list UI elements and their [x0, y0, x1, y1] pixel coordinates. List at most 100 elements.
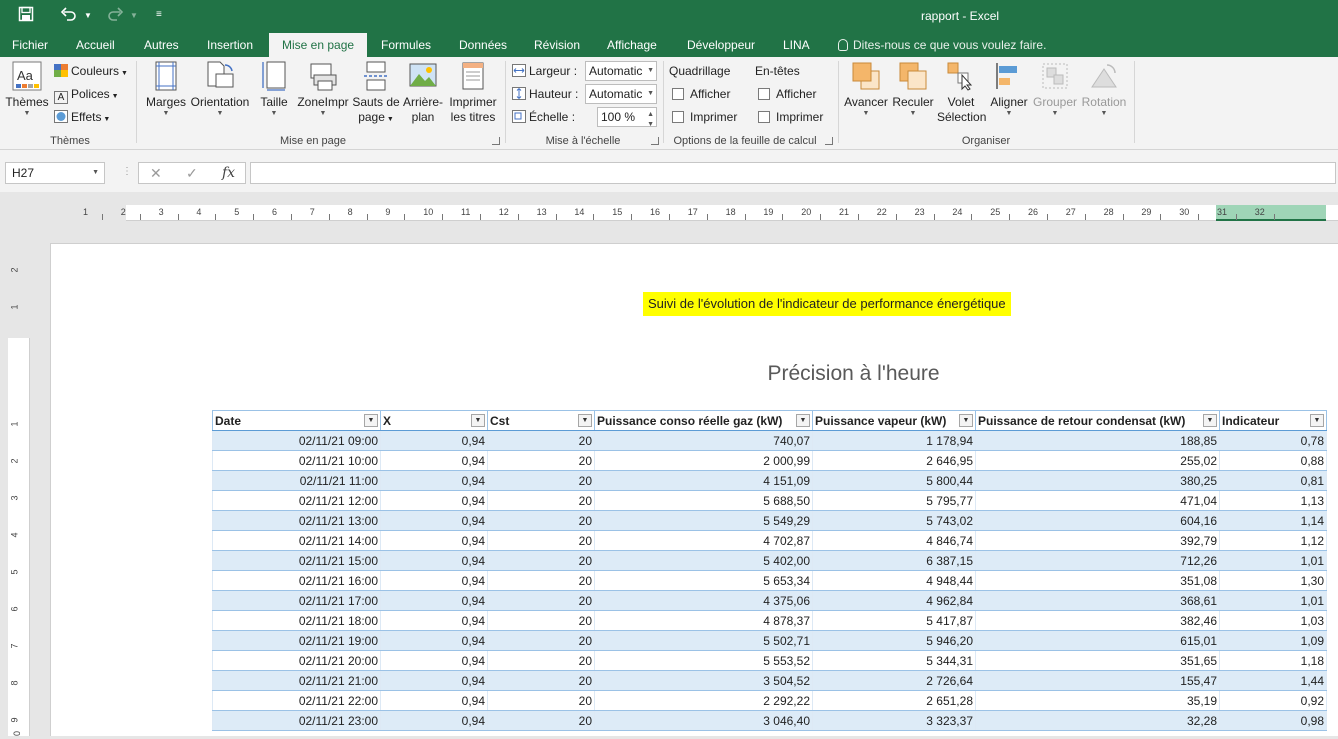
table-cell[interactable]: 20 — [487, 510, 595, 531]
table-cell[interactable]: 02/11/21 20:00 — [212, 650, 381, 671]
bring-forward-button[interactable]: Avancer ▼ — [843, 61, 889, 118]
column-header[interactable]: X ▼ — [380, 410, 488, 431]
filter-dropdown-icon[interactable]: ▼ — [1310, 414, 1324, 427]
table-cell[interactable]: 712,26 — [975, 550, 1220, 571]
page-layout-sheet[interactable]: Suivi de l'évolution de l'indicateur de … — [50, 243, 1338, 739]
table-cell[interactable]: 0,94 — [380, 550, 488, 571]
table-cell[interactable]: 1,14 — [1219, 510, 1327, 531]
column-header[interactable]: Cst ▼ — [487, 410, 595, 431]
table-cell[interactable]: 188,85 — [975, 430, 1220, 451]
table-cell[interactable]: 368,61 — [975, 590, 1220, 611]
table-cell[interactable]: 20 — [487, 430, 595, 451]
table-cell[interactable]: 0,94 — [380, 450, 488, 471]
table-cell[interactable]: 0,94 — [380, 630, 488, 651]
table-cell[interactable]: 0,92 — [1219, 690, 1327, 711]
table-cell[interactable]: 20 — [487, 490, 595, 511]
save-icon[interactable] — [18, 6, 34, 26]
table-cell[interactable]: 0,94 — [380, 490, 488, 511]
orientation-button[interactable]: Orientation ▼ — [189, 61, 251, 118]
table-cell[interactable]: 4 375,06 — [594, 590, 813, 611]
table-cell[interactable]: 5 549,29 — [594, 510, 813, 531]
table-cell[interactable]: 20 — [487, 570, 595, 591]
enter-icon[interactable]: ✓ — [186, 165, 198, 182]
table-cell[interactable]: 4 948,44 — [812, 570, 976, 591]
column-header[interactable]: Puissance conso réelle gaz (kW) ▼ — [594, 410, 813, 431]
report-banner-cell[interactable]: Suivi de l'évolution de l'indicateur de … — [643, 292, 1011, 316]
table-cell[interactable]: 4 846,74 — [812, 530, 976, 551]
table-cell[interactable]: 5 688,50 — [594, 490, 813, 511]
themes-button[interactable]: Aa Thèmes ▼ — [5, 61, 49, 118]
table-cell[interactable]: 5 553,52 — [594, 650, 813, 671]
cancel-icon[interactable]: ✕ — [150, 165, 162, 182]
table-cell[interactable]: 255,02 — [975, 450, 1220, 471]
table-cell[interactable]: 1,03 — [1219, 610, 1327, 631]
filter-dropdown-icon[interactable]: ▼ — [959, 414, 973, 427]
colors-button[interactable]: Couleurs ▼ — [54, 61, 128, 81]
table-cell[interactable]: 0,94 — [380, 650, 488, 671]
table-cell[interactable]: 02/11/21 13:00 — [212, 510, 381, 531]
spin-down-icon[interactable]: ▼ — [647, 116, 654, 134]
table-cell[interactable]: 0,94 — [380, 710, 488, 731]
table-cell[interactable]: 1,01 — [1219, 590, 1327, 611]
table-cell[interactable]: 4 878,37 — [594, 610, 813, 631]
tab-insertion[interactable]: Insertion — [201, 33, 259, 57]
table-cell[interactable]: 20 — [487, 630, 595, 651]
table-cell[interactable]: 0,94 — [380, 570, 488, 591]
table-cell[interactable]: 02/11/21 22:00 — [212, 690, 381, 711]
table-cell[interactable]: 0,94 — [380, 590, 488, 611]
report-subtitle[interactable]: Précision à l'heure — [51, 362, 1338, 386]
fonts-button[interactable]: A Polices ▼ — [54, 84, 119, 104]
table-cell[interactable]: 5 344,31 — [812, 650, 976, 671]
tab-affichage[interactable]: Affichage — [601, 33, 663, 57]
table-cell[interactable]: 1 178,94 — [812, 430, 976, 451]
width-select[interactable]: Automatic ▼ — [585, 61, 657, 81]
filter-dropdown-icon[interactable]: ▼ — [364, 414, 378, 427]
scale-launcher-icon[interactable] — [651, 137, 659, 145]
formula-input[interactable] — [250, 162, 1336, 184]
table-cell[interactable]: 1,44 — [1219, 670, 1327, 691]
table-cell[interactable]: 0,81 — [1219, 470, 1327, 491]
table-cell[interactable]: 5 946,20 — [812, 630, 976, 651]
undo-dropdown-icon[interactable]: ▼ — [84, 11, 92, 20]
table-cell[interactable]: 604,16 — [975, 510, 1220, 531]
table-cell[interactable]: 20 — [487, 610, 595, 631]
filter-dropdown-icon[interactable]: ▼ — [1203, 414, 1217, 427]
table-cell[interactable]: 6 387,15 — [812, 550, 976, 571]
selection-pane-button[interactable]: Volet Sélection — [937, 61, 986, 125]
table-cell[interactable]: 5 502,71 — [594, 630, 813, 651]
background-button[interactable]: Arrière- plan — [401, 61, 445, 125]
table-cell[interactable]: 2 726,64 — [812, 670, 976, 691]
table-cell[interactable]: 20 — [487, 550, 595, 571]
sheet-options-launcher-icon[interactable] — [825, 137, 833, 145]
table-cell[interactable]: 2 292,22 — [594, 690, 813, 711]
group-button[interactable]: Grouper ▼ — [1031, 61, 1079, 118]
undo-icon[interactable] — [60, 6, 78, 26]
table-cell[interactable]: 2 000,99 — [594, 450, 813, 471]
filter-dropdown-icon[interactable]: ▼ — [796, 414, 810, 427]
tab-fichier[interactable]: Fichier — [6, 33, 54, 57]
gridlines-print-checkbox[interactable]: Imprimer — [672, 107, 737, 127]
table-cell[interactable]: 0,94 — [380, 670, 488, 691]
table-cell[interactable]: 20 — [487, 650, 595, 671]
table-cell[interactable]: 1,12 — [1219, 530, 1327, 551]
table-cell[interactable]: 0,78 — [1219, 430, 1327, 451]
tab-lina[interactable]: LINA — [777, 33, 816, 57]
table-cell[interactable]: 02/11/21 21:00 — [212, 670, 381, 691]
rotate-button[interactable]: Rotation ▼ — [1079, 61, 1129, 118]
tell-me-box[interactable]: Dites-nous ce que vous voulez faire. — [838, 33, 1046, 57]
table-cell[interactable]: 615,01 — [975, 630, 1220, 651]
table-cell[interactable]: 1,01 — [1219, 550, 1327, 571]
table-cell[interactable]: 20 — [487, 590, 595, 611]
scale-spinner[interactable]: 100 % ▲ ▼ — [597, 107, 657, 128]
table-cell[interactable]: 02/11/21 14:00 — [212, 530, 381, 551]
table-cell[interactable]: 02/11/21 15:00 — [212, 550, 381, 571]
table-cell[interactable]: 20 — [487, 670, 595, 691]
table-cell[interactable]: 1,09 — [1219, 630, 1327, 651]
table-cell[interactable]: 5 800,44 — [812, 470, 976, 491]
table-cell[interactable]: 5 795,77 — [812, 490, 976, 511]
table-cell[interactable]: 4 151,09 — [594, 470, 813, 491]
table-cell[interactable]: 02/11/21 12:00 — [212, 490, 381, 511]
table-cell[interactable]: 3 046,40 — [594, 710, 813, 731]
effects-button[interactable]: Effets ▼ — [54, 107, 110, 127]
table-cell[interactable]: 380,25 — [975, 470, 1220, 491]
